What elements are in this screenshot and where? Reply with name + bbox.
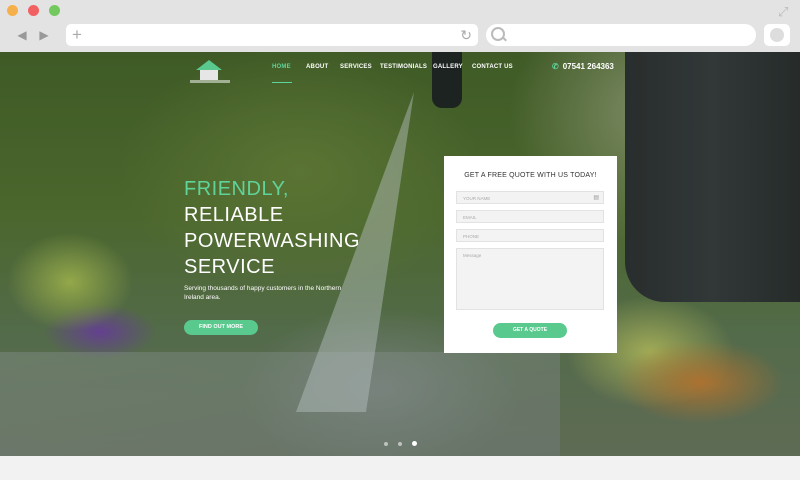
hero-headline: FRIENDLY, RELIABLE POWERWASHING SERVICE [184,178,361,278]
search-icon [491,27,505,41]
hero-subcopy: Serving thousands of happy customers in … [184,285,342,301]
slide-dot-3[interactable] [412,441,417,446]
url-bar[interactable]: + ↻ [66,24,478,46]
menu-circle-icon [770,28,784,42]
new-tab-plus-icon[interactable]: + [72,24,82,46]
phone-field[interactable]: PHONE [456,229,604,242]
message-field[interactable]: Message [456,248,604,310]
nav-services[interactable]: SERVICES [340,64,372,70]
quote-form: GET A FREE QUOTE WITH US TODAY! YOUR NAM… [444,156,617,353]
phone-number[interactable]: ✆ 07541 264363 [552,62,614,71]
contact-card-icon: ▤ [593,195,599,201]
house-roof-icon [196,60,222,70]
browser-search-bar[interactable] [486,24,756,46]
slide-dot-2[interactable] [398,442,402,446]
house-icon [200,70,218,80]
get-a-quote-button[interactable]: GET A QUOTE [493,323,567,338]
nav-contact-us[interactable]: CONTACT US [472,64,513,70]
window-close-button[interactable] [7,5,18,16]
browser-menu-button[interactable] [764,24,790,46]
site-logo[interactable] [190,58,230,86]
nav-testimonials[interactable]: TESTIMONIALS [380,64,427,70]
forward-arrow-icon[interactable]: ▶ [34,25,54,45]
reload-icon[interactable]: ↻ [460,24,472,46]
name-field[interactable]: YOUR NAME ▤ [456,191,604,204]
find-out-more-button[interactable]: FIND OUT MORE [184,320,258,335]
nav-active-underline [272,82,292,83]
email-field[interactable]: EMAIL [456,210,604,223]
fullscreen-icon[interactable]: ⤢ [778,5,792,19]
hero-section: HOME ABOUT SERVICES TESTIMONIALS GALLERY… [0,52,800,456]
browser-chrome: ⤢ ◀ ▶ + ↻ [0,0,800,52]
window-maximize-button[interactable] [49,5,60,16]
quote-form-title: GET A FREE QUOTE WITH US TODAY! [464,172,597,179]
back-arrow-icon[interactable]: ◀ [12,25,32,45]
nav-about[interactable]: ABOUT [306,64,328,70]
slide-dot-1[interactable] [384,442,388,446]
window-minimize-button[interactable] [28,5,39,16]
phone-icon: ✆ [552,62,559,71]
nav-gallery[interactable]: GALLERY [433,64,463,70]
nav-home[interactable]: HOME [272,64,291,70]
